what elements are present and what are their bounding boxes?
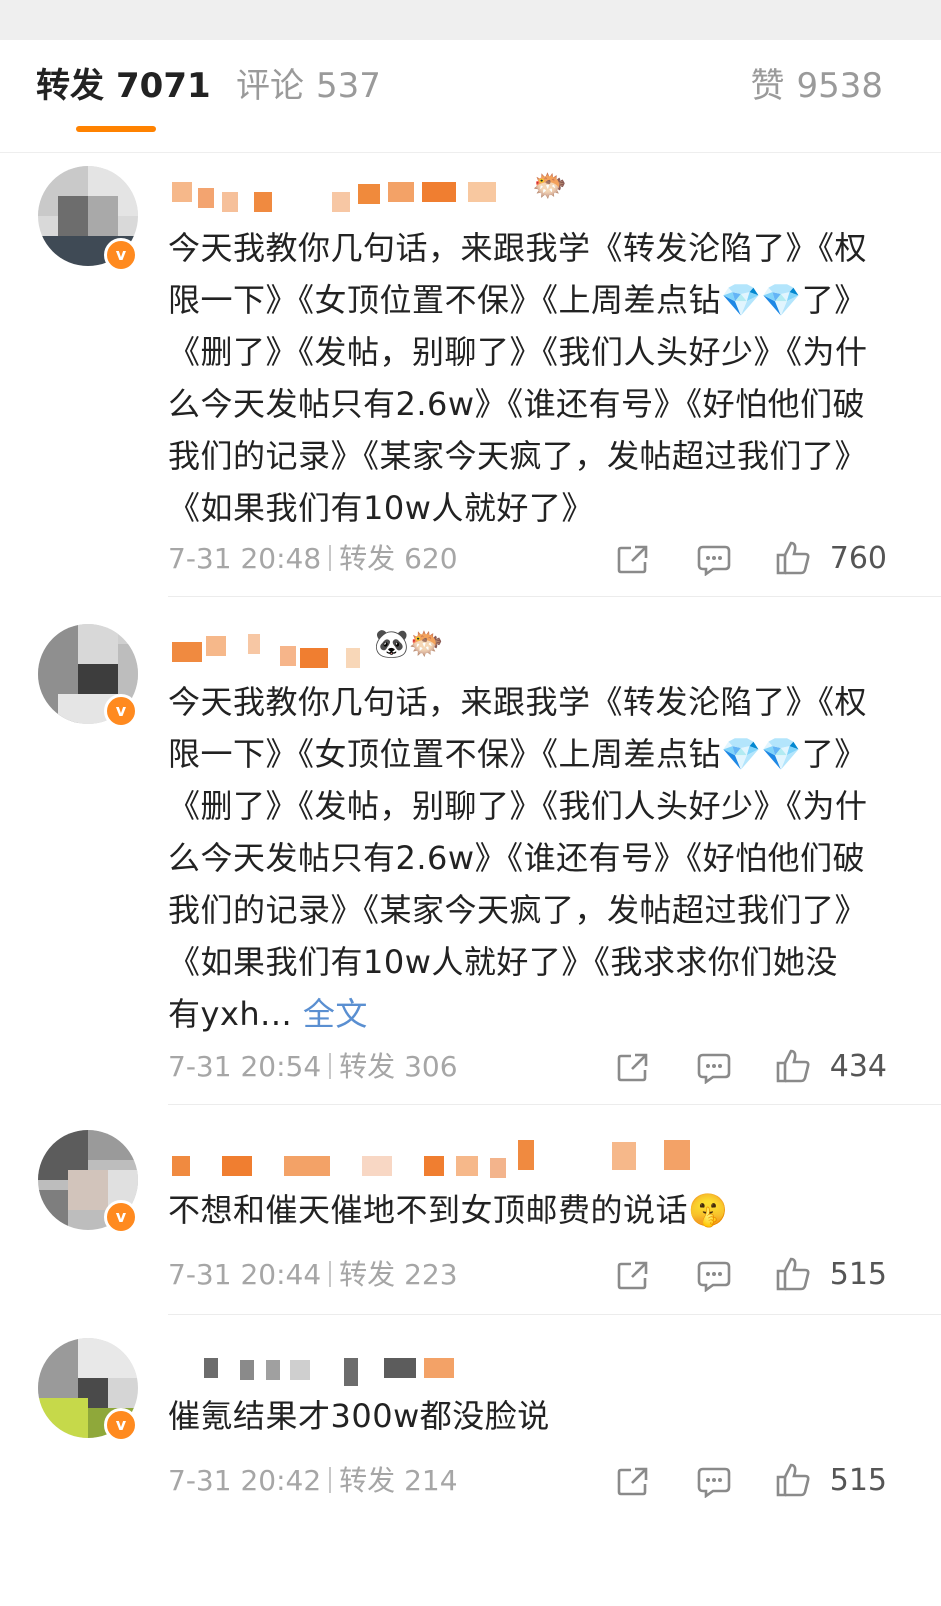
repost-text: 今天我教你几句话，来跟我学《转发沦陷了》《权限一下》《女顶位置不保》《上周差点钻… [168,676,868,1040]
action-bar: 760 [617,540,887,580]
top-bar [0,0,941,40]
share-icon[interactable] [617,1052,649,1082]
verified-badge-icon: v [104,238,138,272]
repost-count-label: 转发 [339,1050,396,1083]
expand-full-text-link[interactable]: 全文 [303,995,368,1033]
repost-time: 7-31 20:44 [168,1258,322,1291]
like-icon[interactable] [775,1256,811,1292]
repost-meta: 7-31 20:48 转发 620 [168,542,458,576]
repost-meta: 7-31 20:44 转发 223 [168,1258,458,1292]
username[interactable]: 🐡 [168,169,588,214]
repost-count-label: 转发 [339,542,396,575]
tab-comment-label: 评论 [236,66,304,106]
repost-count: 223 [404,1258,458,1291]
verified-badge-icon: v [104,694,138,728]
share-icon[interactable] [617,544,649,574]
tab-repost-count: 7071 [116,66,211,106]
action-bar: 515 [617,1256,887,1296]
divider [168,1314,941,1315]
username[interactable] [168,1352,468,1392]
repost-count: 620 [404,542,458,575]
verified-badge-icon: v [104,1408,138,1442]
repost-time: 7-31 20:42 [168,1464,322,1497]
username[interactable]: 🐼🐡 [168,627,468,674]
repost-time: 7-31 20:48 [168,542,322,575]
verified-badge-icon: v [104,1200,138,1234]
tab-bar: 转发 7071 评论 537 赞 9538 [0,40,941,153]
like-icon[interactable] [775,540,811,576]
share-icon[interactable] [617,1260,649,1290]
repost-meta: 7-31 20:42 转发 214 [168,1464,458,1498]
repost-count-label: 转发 [339,1258,396,1291]
share-icon[interactable] [617,1466,649,1496]
active-tab-indicator [76,126,156,132]
like-icon[interactable] [775,1462,811,1498]
like-count: 760 [829,541,887,576]
repost-text: 催氪结果才300w都没脸说 [168,1390,868,1442]
repost-meta: 7-31 20:54 转发 306 [168,1050,458,1084]
like-count: 515 [829,1257,887,1292]
tab-repost[interactable]: 转发 7071 [36,66,211,106]
repost-text: 今天我教你几句话，来跟我学《转发沦陷了》《权限一下》《女顶位置不保》《上周差点钻… [168,222,868,534]
divider [168,596,941,597]
repost-text-body: 不想和催天催地不到女顶邮费的说话🤫 [168,1191,729,1229]
comment-icon[interactable] [697,544,731,576]
repost-text-body: 催氪结果才300w都没脸说 [168,1397,550,1435]
tab-comment[interactable]: 评论 537 [236,66,381,106]
repost-count: 214 [404,1464,458,1497]
username-emoji: 🐡 [532,169,567,202]
username-emoji: 🐼🐡 [374,627,444,660]
repost-time: 7-31 20:54 [168,1050,322,1083]
comment-icon[interactable] [697,1466,731,1498]
tab-like[interactable]: 赞 9538 [750,66,883,106]
like-icon[interactable] [775,1048,811,1084]
repost-text-body: 今天我教你几句话，来跟我学《转发沦陷了》《权限一下》《女顶位置不保》《上周差点钻… [168,229,868,527]
like-count: 515 [829,1463,887,1498]
repost-count: 306 [404,1050,458,1083]
repost-count-label: 转发 [339,1464,396,1497]
tab-repost-label: 转发 [36,66,104,106]
repost-text: 不想和催天催地不到女顶邮费的说话🤫 [168,1184,868,1236]
tab-like-count: 9538 [796,66,883,106]
comment-icon[interactable] [697,1260,731,1292]
comment-icon[interactable] [697,1052,731,1084]
tab-like-label: 赞 [750,66,785,106]
username[interactable] [168,1140,708,1184]
like-count: 434 [829,1049,887,1084]
action-bar: 434 [617,1048,887,1088]
action-bar: 515 [617,1462,887,1502]
repost-text-body: 今天我教你几句话，来跟我学《转发沦陷了》《权限一下》《女顶位置不保》《上周差点钻… [168,683,868,1033]
tab-comment-count: 537 [316,66,381,106]
divider [168,1104,941,1105]
